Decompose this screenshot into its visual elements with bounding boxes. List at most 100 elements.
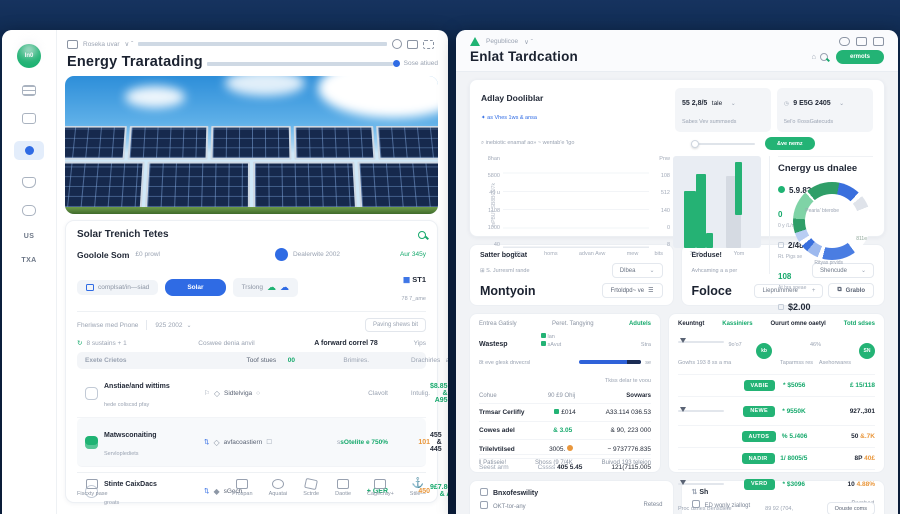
row-name: Anstiae/and wittims	[104, 383, 170, 390]
list-item[interactable]: OKT-tor-any Retesd	[480, 497, 663, 513]
filter-value[interactable]: 925 2002	[155, 322, 182, 329]
chat-icon[interactable]	[22, 205, 36, 216]
wastesp-label: Wastesp	[479, 341, 508, 348]
bar-chart: ⌞	[503, 156, 649, 259]
status-badge: VABIE	[743, 380, 776, 391]
ship-icon: ⚓	[411, 478, 425, 489]
legend-checkbox-icon[interactable]	[778, 304, 784, 310]
mini-bar	[695, 174, 706, 248]
row-slider[interactable]	[678, 480, 724, 486]
user-menu[interactable]: Pegublicoe	[486, 38, 518, 45]
filter-chip-solar[interactable]: Solar	[165, 278, 226, 296]
search-icon[interactable]	[418, 230, 426, 239]
footer-left-item[interactable]: Fiscxty pase	[77, 479, 108, 497]
home-icon[interactable]: ⌂	[811, 52, 816, 61]
row-slider[interactable]	[678, 407, 724, 413]
stat-select-1[interactable]: 55 2,8/5 tale ⌄ Sabes Vev summseds	[675, 88, 771, 132]
cloud-shape	[125, 86, 185, 108]
stat-select-2[interactable]: ◷ 9 E5G 2405 ⌄ 5el'o ©ossGatecuds	[777, 88, 873, 132]
range-slider[interactable]	[691, 139, 755, 148]
donut-title: Cnergy us dnalee	[778, 156, 873, 174]
row-sub: hede coliscsd pfay	[104, 402, 150, 408]
chat-icon[interactable]	[839, 37, 850, 46]
slider-knob[interactable]	[691, 139, 699, 148]
user-menu[interactable]: Roseka uvar	[83, 41, 120, 48]
footer-item[interactable]: Daotie	[335, 479, 351, 497]
card-subtitle: ✦ as Vhes 1ws & ansa	[481, 115, 537, 121]
yips-label[interactable]: Yips	[414, 340, 426, 347]
filter-chip-testing[interactable]: Trslong ☁ ☁	[232, 277, 299, 297]
warning-dot-icon	[567, 445, 574, 451]
left-sidebar: In0 US TXA	[2, 30, 57, 514]
search-list-icon[interactable]	[873, 37, 884, 46]
table-row[interactable]: NADIR 1/ 8005/5 8P 40£	[678, 447, 875, 469]
chart-action-button[interactable]: &ve nemz	[765, 137, 815, 150]
table-row[interactable]: Trmsar Cerlifly £014 A33.114 036.53	[479, 403, 651, 421]
meta-aur: Aur 345y	[399, 251, 426, 258]
search-icon[interactable]	[819, 52, 828, 61]
bar-label-right: se	[645, 360, 651, 366]
legend-checkbox-icon[interactable]	[778, 242, 784, 248]
table-row[interactable]: Anstiae/and wittims hede coliscsd pfay ⚐ ◇…	[77, 369, 448, 418]
row-avatar-icon	[85, 386, 98, 400]
info-icon[interactable]	[274, 248, 288, 261]
col-head-link[interactable]: Kassiniers	[722, 321, 752, 327]
home-icon[interactable]	[67, 39, 78, 49]
row-slider[interactable]	[678, 338, 724, 344]
table-row[interactable]: VABIE * $5056 £ 15/118	[678, 374, 875, 396]
footer-item[interactable]: Cagecray+	[367, 479, 394, 497]
status-label: Sose atiued	[403, 60, 438, 67]
col-head-link[interactable]: Totd sdses	[844, 321, 875, 327]
flag-icon: ⚐	[204, 390, 210, 397]
status-badge: AUTOS	[741, 431, 777, 442]
oouste-button[interactable]: Oouste coms	[826, 502, 876, 514]
cloud-shape	[225, 76, 305, 96]
paving-chip[interactable]: Paving shews bit	[364, 318, 426, 332]
filter-chip-date[interactable]: complsat/in—siad	[77, 279, 159, 295]
mini-yticks: Pnw 108 512 140 0 8	[659, 156, 670, 248]
sliders-icon[interactable]	[22, 85, 36, 96]
table-row[interactable]: VERD * $3096 10 4.88%	[678, 469, 875, 498]
sidebar-item-active[interactable]	[14, 141, 44, 160]
clock-icon: ◷	[784, 101, 789, 107]
chevron-down-icon[interactable]: ∨ ˇ	[125, 40, 134, 48]
checkbox-icon[interactable]: ☐	[266, 438, 272, 446]
legend-square-icon	[541, 341, 546, 346]
sidebar-item-us[interactable]: US	[24, 233, 35, 240]
mini-bar	[705, 233, 714, 248]
cloud-blue-icon: ☁	[280, 281, 290, 292]
row-sub: Servloplediets	[104, 451, 139, 457]
cta-button[interactable]: ermots	[835, 49, 884, 64]
row-b: 101	[418, 438, 430, 446]
adutels-link[interactable]: Adutels	[629, 321, 651, 327]
clock-icon[interactable]	[392, 39, 402, 49]
refresh-icon[interactable]: ↻	[77, 339, 82, 347]
doc-icon	[480, 488, 488, 496]
footer-item[interactable]: Prospan	[232, 479, 253, 497]
footer-item[interactable]: Aquatai	[269, 479, 287, 497]
table-row[interactable]: NEWE * 9550K 927.,301	[678, 396, 875, 425]
footer-cell: Shoss (9 7/4K	[535, 460, 573, 466]
chevron-down-icon[interactable]: ∨ ˇ	[524, 38, 533, 46]
chevron-down-icon: ⌄	[839, 101, 845, 107]
footer-item[interactable]: Sctrde	[303, 477, 319, 497]
footer-item[interactable]: ⚓ Stile—	[410, 478, 426, 497]
cloud-icon[interactable]	[22, 44, 36, 55]
table-row[interactable]: AUTOS % 5./406 50 &.7K	[678, 425, 875, 447]
bar-xlabels: 70a homs advan Avw mew bits	[513, 251, 663, 257]
grid-icon	[86, 479, 99, 489]
status-badge: VERD	[744, 478, 775, 490]
table-row[interactable]: Cowes adel & 3.05 & 90, 223 000	[479, 421, 651, 439]
table-row[interactable]: Matwsconaiting Servloplediets ⇅ ◇ avfacoast…	[77, 418, 442, 467]
chart-filter[interactable]: ⌕ inebiotic enamaf ao» ~ wentab'e 'lgo	[481, 140, 681, 147]
page-title: Energy Traratading	[67, 54, 203, 70]
search-icon[interactable]	[423, 39, 434, 49]
calendar-icon[interactable]	[407, 39, 418, 49]
sustains-label: 8 sustains + 1	[86, 339, 127, 347]
shield-icon[interactable]	[22, 177, 36, 188]
mid-label: Coswee denia anvil	[198, 339, 255, 347]
sidebar-item-txa[interactable]: TXA	[21, 257, 36, 264]
calendar-icon[interactable]	[856, 37, 867, 46]
card-icon[interactable]	[22, 113, 36, 124]
meta-dealerwite: Dealerwite 2002	[292, 251, 340, 258]
